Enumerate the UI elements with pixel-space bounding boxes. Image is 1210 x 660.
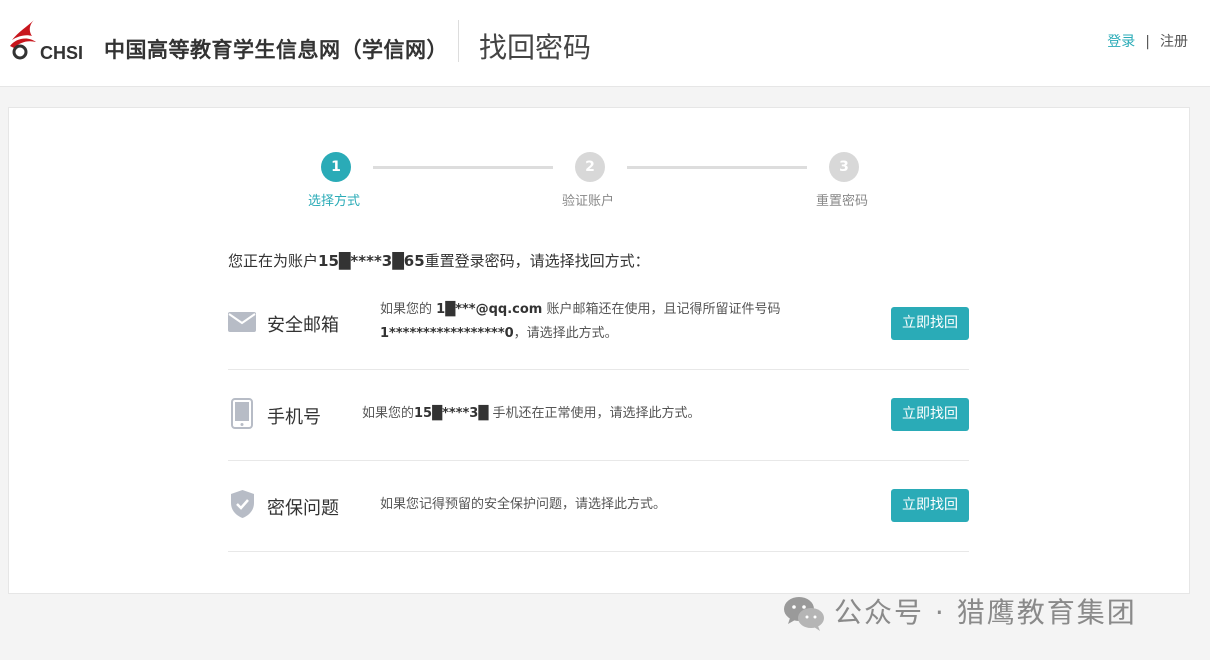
method-phone-row: 手机号 如果您的15█****3█ 手机还在正常使用，请选择此方式。 立即找回 bbox=[228, 369, 969, 461]
email-desc-line1: 如果您的 1█***@qq.com 账户邮箱还在使用，且记得所留证件号码 bbox=[380, 302, 781, 317]
masked-id-number: 1*****************0 bbox=[380, 326, 514, 341]
top-links: 登录 | 注册 bbox=[1107, 31, 1188, 51]
step-connector-1 bbox=[373, 166, 553, 169]
login-link[interactable]: 登录 bbox=[1107, 34, 1135, 50]
method-email-name: 安全邮箱 bbox=[267, 315, 339, 336]
link-separator: | bbox=[1145, 34, 1150, 50]
method-phone-desc: 如果您的15█****3█ 手机还在正常使用，请选择此方式。 bbox=[362, 406, 701, 421]
step-3-circle: 3 bbox=[829, 152, 859, 182]
recover-by-phone-button[interactable]: 立即找回 bbox=[891, 398, 969, 431]
site-header: CHSI 中国高等教育学生信息网（学信网） 找回密码 登录 | 注册 bbox=[0, 0, 1210, 87]
recover-by-question-button[interactable]: 立即找回 bbox=[891, 489, 969, 522]
method-email-row: 安全邮箱 如果您的 1█***@qq.com 账户邮箱还在使用，且记得所留证件号… bbox=[228, 278, 969, 370]
header-divider bbox=[458, 20, 459, 62]
shield-check-icon bbox=[231, 490, 254, 518]
method-phone-name: 手机号 bbox=[267, 407, 321, 428]
step-3-label: 重置密码 bbox=[816, 194, 869, 209]
masked-phone: 15█****3█ bbox=[414, 406, 489, 421]
method-email-desc: 如果您的 1█***@qq.com 账户邮箱还在使用，且记得所留证件号码 1**… bbox=[380, 298, 850, 346]
page-title: 找回密码 bbox=[479, 31, 592, 64]
svg-text:CHSI: CHSI bbox=[40, 43, 83, 63]
account-masked: 15█****3█65 bbox=[318, 252, 425, 270]
watermark-text: 公众号 · 猎鹰教育集团 bbox=[834, 596, 1137, 629]
step-connector-2 bbox=[627, 166, 807, 169]
method-question-row: 密保问题 如果您记得预留的安全保护问题，请选择此方式。 立即找回 bbox=[228, 460, 969, 552]
method-question-desc: 如果您记得预留的安全保护问题，请选择此方式。 bbox=[380, 497, 667, 512]
chsi-logo[interactable]: CHSI bbox=[6, 18, 90, 64]
intro-text: 您正在为账户15█****3█65重置登录密码，请选择找回方式： bbox=[228, 250, 650, 271]
step-2-label: 验证账户 bbox=[562, 194, 615, 209]
mobile-phone-icon bbox=[231, 398, 253, 429]
register-link[interactable]: 注册 bbox=[1160, 34, 1188, 50]
intro-prefix: 您正在为账户 bbox=[228, 252, 319, 270]
intro-suffix: 重置登录密码，请选择找回方式： bbox=[424, 252, 650, 270]
step-2-circle: 2 bbox=[575, 152, 605, 182]
method-question-name: 密保问题 bbox=[267, 498, 339, 519]
email-desc-line2: 1*****************0，请选择此方式。 bbox=[380, 326, 618, 341]
masked-email: 1█***@qq.com bbox=[436, 302, 543, 317]
site-name: 中国高等教育学生信息网（学信网） bbox=[104, 38, 448, 62]
envelope-icon bbox=[228, 312, 256, 332]
recover-by-email-button[interactable]: 立即找回 bbox=[891, 307, 969, 340]
step-1-circle: 1 bbox=[321, 152, 351, 182]
step-1-label: 选择方式 bbox=[308, 194, 361, 209]
wechat-icon bbox=[784, 597, 824, 631]
